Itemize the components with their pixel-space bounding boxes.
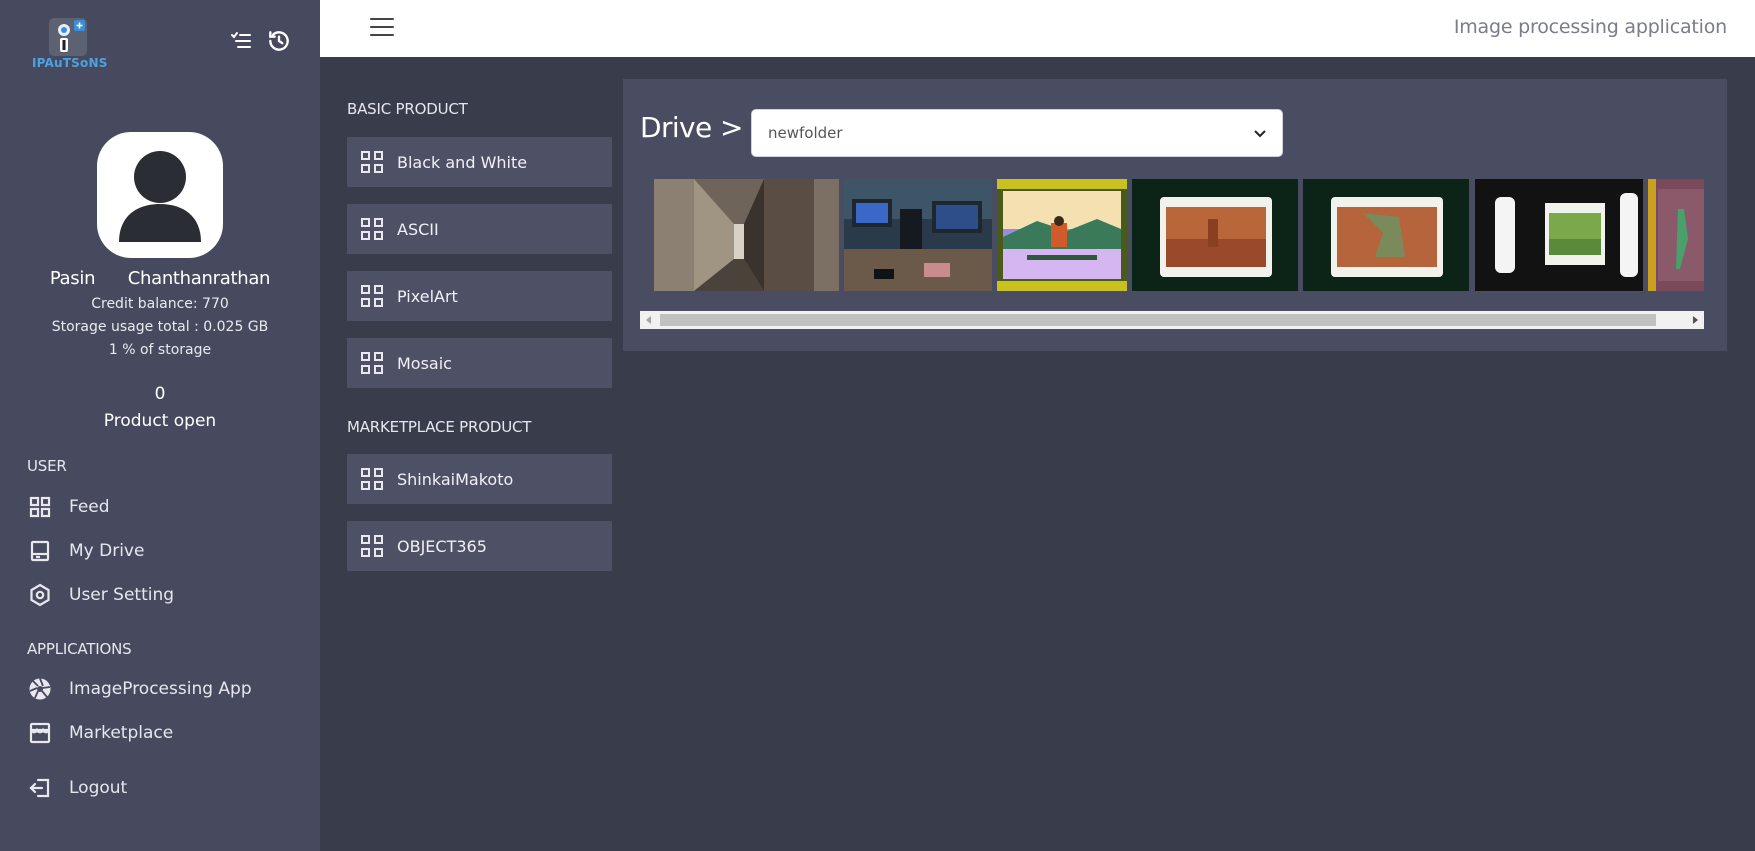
grid-icon [361,285,383,307]
product-label: OBJECT365 [397,536,487,556]
computer-lab-photo[interactable] [844,179,992,291]
chevron-down-icon [1254,124,1266,142]
sidebar-item-label: My Drive [69,541,145,561]
drive-breadcrumb[interactable]: Drive > [640,111,743,144]
sidebar-item-marketplace[interactable]: Marketplace [27,718,173,748]
hallway-photo[interactable] [654,179,839,291]
product-open-count: 0 [154,384,166,404]
film-strip-pink-photo[interactable] [1648,179,1704,291]
product-label: Black and White [397,152,528,172]
scrollbar-thumb[interactable] [660,314,1656,326]
folder-select-value: newfolder [768,124,843,142]
hamburger-menu-icon[interactable] [370,18,394,38]
product-button-black-and-white[interactable]: Black and White [347,137,612,187]
logo-badge [49,18,87,56]
grid-icon [27,494,53,520]
app-logo[interactable]: IPAuTSoNS [32,16,108,72]
grid-icon [361,535,383,557]
sidebar-item-label: ImageProcessing App [69,679,252,699]
logout-button[interactable]: Logout [27,773,127,803]
logout-label: Logout [69,778,128,798]
film-negative-orange-photo-2[interactable] [1303,179,1469,291]
marketplace-product-heading: MARKETPLACE PRODUCT [347,418,532,436]
profile-name: Pasin Chanthanrathan [49,268,271,289]
folder-select[interactable]: newfolder [751,109,1283,157]
drive-panel: Drive > newfolder [623,79,1727,351]
grid-icon [361,352,383,374]
scroll-right-icon[interactable] [1686,311,1704,329]
product-button-object365[interactable]: OBJECT365 [347,521,612,571]
user-section-heading: USER [27,457,67,475]
applications-section-heading: APPLICATIONS [27,640,132,658]
sidebar-item-label: Feed [69,497,110,517]
task-list-icon[interactable] [228,28,254,54]
product-button-pixelart[interactable]: PixelArt [347,271,612,321]
sidebar: IPAuTSoNS Pasin Chanthanrathan Credit ba… [0,0,320,851]
sidebar-item-label: User Setting [69,585,175,605]
film-negative-orange-photo[interactable] [1132,179,1298,291]
film-strip-green-photo[interactable] [1475,179,1643,291]
product-label: ASCII [397,219,439,239]
image-strip[interactable] [654,179,1704,291]
grid-icon [361,151,383,173]
header-title: Image processing application [1453,16,1727,38]
sidebar-item-my-drive[interactable]: My Drive [27,536,144,566]
scroll-left-icon[interactable] [640,311,658,329]
product-button-mosaic[interactable]: Mosaic [347,338,612,388]
product-button-shinkaimakoto[interactable]: ShinkaiMakoto [347,454,612,504]
hexagon-settings-icon [27,582,53,608]
sidebar-item-imageprocessing-app[interactable]: ImageProcessing App [27,674,252,704]
logo-text: IPAuTSoNS [32,56,108,70]
storage-percent: 1 % of storage [108,342,212,358]
aperture-icon [27,676,53,702]
product-label: ShinkaiMakoto [397,469,514,489]
grid-icon [361,468,383,490]
sidebar-item-feed[interactable]: Feed [27,492,110,522]
avatar[interactable] [97,132,223,258]
product-button-ascii[interactable]: ASCII [347,204,612,254]
person-on-bench-film-photo[interactable] [997,179,1127,291]
product-label: PixelArt [397,286,458,306]
grid-icon [361,218,383,240]
drive-icon [27,538,53,564]
logout-icon [27,775,53,801]
basic-product-heading: BASIC PRODUCT [347,100,468,118]
sidebar-item-user-setting[interactable]: User Setting [27,580,174,610]
history-icon[interactable] [266,28,292,54]
product-label: Mosaic [397,353,452,373]
sidebar-item-label: Marketplace [69,723,174,743]
storage-usage: Storage usage total : 0.025 GB [51,319,269,335]
store-icon [27,720,53,746]
product-open-label: Product open [103,411,217,431]
top-header: Image processing application [320,0,1755,57]
credit-balance: Credit balance: 770 [91,296,229,312]
horizontal-scrollbar[interactable] [640,311,1704,329]
